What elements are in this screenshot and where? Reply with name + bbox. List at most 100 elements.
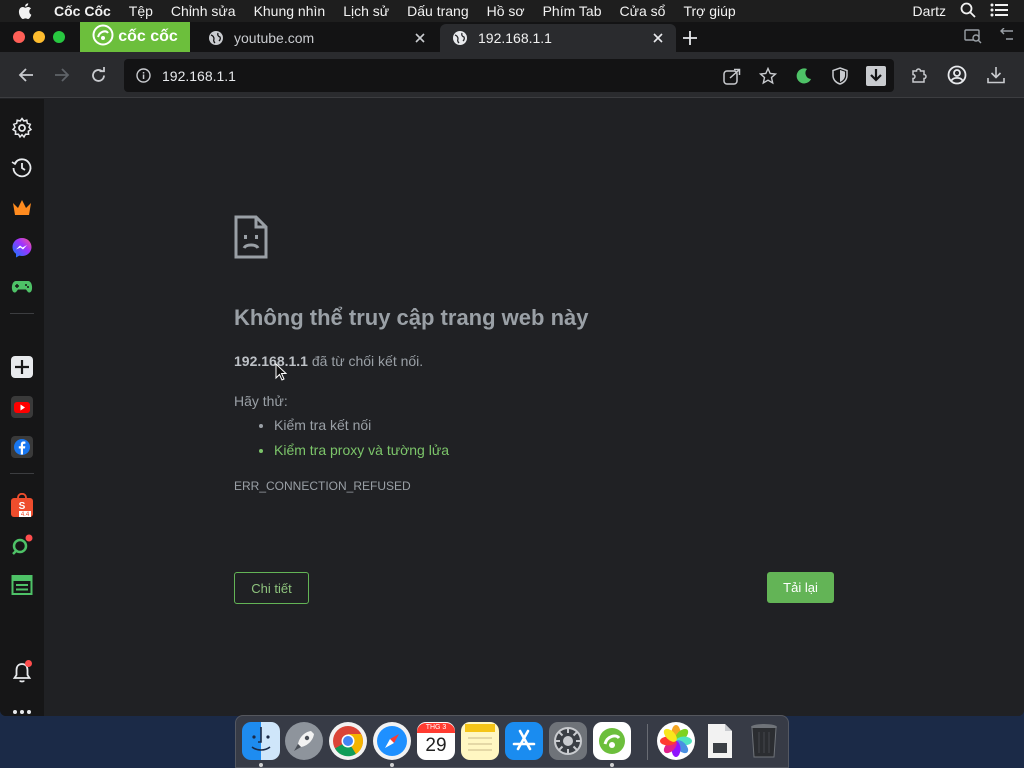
menu-view[interactable]: Khung nhìn	[254, 3, 326, 19]
share-icon[interactable]	[720, 64, 744, 88]
close-tab-icon[interactable]	[650, 30, 666, 46]
messenger-icon[interactable]	[10, 236, 34, 260]
apple-menu-icon[interactable]	[18, 3, 40, 19]
globe-icon	[208, 30, 224, 46]
menu-bookmarks[interactable]: Dấu trang	[407, 3, 468, 19]
mouse-cursor-icon	[275, 362, 288, 381]
coccoc-home-tab[interactable]: cốc cốc	[80, 22, 190, 52]
extensions-puzzle-icon[interactable]	[907, 63, 931, 87]
calendar-day: 29	[425, 735, 447, 756]
safari-compass-icon[interactable]	[373, 722, 411, 760]
menu-profiles[interactable]: Hồ sơ	[487, 3, 525, 19]
window-maximize-button[interactable]	[53, 31, 65, 43]
add-shortcut-icon[interactable]	[10, 355, 34, 379]
launchpad-rocket-icon[interactable]	[285, 722, 323, 760]
adblock-shield-icon[interactable]	[828, 64, 852, 88]
suggestion-check-proxy-link[interactable]: Kiểm tra proxy và tường lửa	[274, 442, 449, 458]
menu-window[interactable]: Cửa sổ	[619, 3, 665, 19]
tab-title: youtube.com	[234, 30, 315, 46]
shopee-icon[interactable]: S 4.4	[10, 493, 34, 517]
svg-text:S: S	[19, 501, 26, 512]
error-message: đã từ chối kết nối.	[307, 353, 424, 369]
address-bar[interactable]: 192.168.1.1	[124, 59, 894, 92]
close-tab-icon[interactable]	[412, 30, 428, 46]
tab-strip: cốc cốc youtube.com 192.168.1.1	[0, 22, 1024, 52]
suggestions-label: Hãy thử:	[234, 393, 288, 409]
menu-history[interactable]: Lịch sử	[343, 3, 389, 19]
site-info-icon[interactable]	[134, 67, 152, 85]
history-clock-icon[interactable]	[10, 156, 34, 180]
sad-page-icon	[234, 215, 268, 259]
news-reader-icon[interactable]	[10, 573, 34, 597]
new-tab-icon[interactable]	[680, 28, 700, 48]
coccoc-sidebar: S 4.4	[0, 99, 44, 716]
photos-icon[interactable]	[657, 722, 695, 760]
macos-dock: THG 3 29	[235, 715, 789, 768]
error-host: 192.168.1.1	[234, 353, 308, 369]
forward-arrow-icon[interactable]	[50, 63, 74, 87]
youtube-icon[interactable]	[10, 395, 34, 419]
notification-bell-icon[interactable]	[10, 660, 34, 684]
menu-help[interactable]: Trợ giúp	[683, 3, 735, 19]
back-arrow-icon[interactable]	[14, 63, 38, 87]
control-center-icon[interactable]	[990, 3, 1008, 20]
finder-icon[interactable]	[242, 722, 280, 760]
app-store-icon[interactable]	[505, 722, 543, 760]
window-close-button[interactable]	[13, 31, 25, 43]
error-code: ERR_CONNECTION_REFUSED	[234, 479, 411, 493]
crown-icon[interactable]	[10, 196, 34, 220]
settings-gear-icon[interactable]	[10, 116, 34, 140]
tab-router[interactable]: 192.168.1.1	[440, 24, 676, 52]
facebook-icon[interactable]	[10, 435, 34, 459]
coccoc-logo-icon	[92, 24, 114, 51]
coccoc-map-icon[interactable]	[10, 533, 34, 557]
tab-title: 192.168.1.1	[478, 30, 552, 46]
error-title: Không thể truy cập trang web này	[234, 305, 589, 330]
sidebar-divider	[10, 313, 34, 314]
tab-search-icon[interactable]	[964, 28, 982, 49]
calendar-month: THG 3	[417, 723, 455, 733]
window-minimize-button[interactable]	[33, 31, 45, 43]
suggestion-check-connection: Kiểm tra kết nối	[274, 417, 449, 433]
downloads-icon[interactable]	[984, 63, 1008, 87]
tabstrip-actions	[964, 27, 1014, 49]
trash-icon[interactable]	[745, 722, 783, 760]
menubar-user[interactable]: Dartz	[913, 3, 946, 19]
reload-icon[interactable]	[86, 63, 110, 87]
menu-edit[interactable]: Chỉnh sửa	[171, 3, 236, 19]
menu-app-name[interactable]: Cốc Cốc	[54, 3, 111, 19]
globe-icon	[452, 30, 468, 46]
gamepad-icon[interactable]	[10, 275, 34, 299]
suggestions-list: Kiểm tra kết nối Kiểm tra proxy và tường…	[256, 417, 449, 467]
notes-icon[interactable]	[461, 722, 499, 760]
sidebar-divider	[10, 473, 34, 474]
dock-running-indicator	[259, 763, 263, 767]
tab-youtube[interactable]: youtube.com	[196, 24, 438, 52]
spotlight-search-icon[interactable]	[960, 2, 976, 21]
dock-separator	[647, 724, 648, 760]
reload-button[interactable]: Tải lại	[767, 572, 834, 603]
macos-menu-bar: Cốc Cốc Tệp Chỉnh sửa Khung nhìn Lịch sử…	[0, 0, 1024, 22]
dock-running-indicator	[390, 763, 394, 767]
url-text[interactable]: 192.168.1.1	[162, 68, 236, 84]
menu-file[interactable]: Tệp	[129, 3, 153, 19]
more-options-icon[interactable]	[10, 700, 34, 716]
document-file-icon[interactable]	[701, 722, 739, 760]
coccoc-app-icon[interactable]	[593, 722, 631, 760]
browser-window: cốc cốc youtube.com 192.168.1.1 192.168.…	[0, 22, 1024, 716]
error-description: 192.168.1.1 đã từ chối kết nối.	[234, 353, 423, 369]
coccoc-brand-label: cốc cốc	[118, 28, 178, 45]
menu-tab[interactable]: Phím Tab	[543, 3, 602, 19]
chrome-icon[interactable]	[329, 722, 367, 760]
system-preferences-icon[interactable]	[549, 722, 587, 760]
dark-mode-moon-icon[interactable]	[792, 64, 816, 88]
svg-text:4.4: 4.4	[21, 512, 30, 517]
dock-running-indicator	[610, 763, 614, 767]
details-button[interactable]: Chi tiết	[234, 572, 309, 604]
error-page: Không thể truy cập trang web này 192.168…	[44, 99, 1024, 716]
profile-avatar-icon[interactable]	[945, 63, 969, 87]
download-media-icon[interactable]	[864, 64, 888, 88]
sidebar-toggle-icon[interactable]	[998, 27, 1014, 49]
calendar-icon[interactable]: THG 3 29	[417, 722, 455, 760]
bookmark-star-icon[interactable]	[756, 64, 780, 88]
